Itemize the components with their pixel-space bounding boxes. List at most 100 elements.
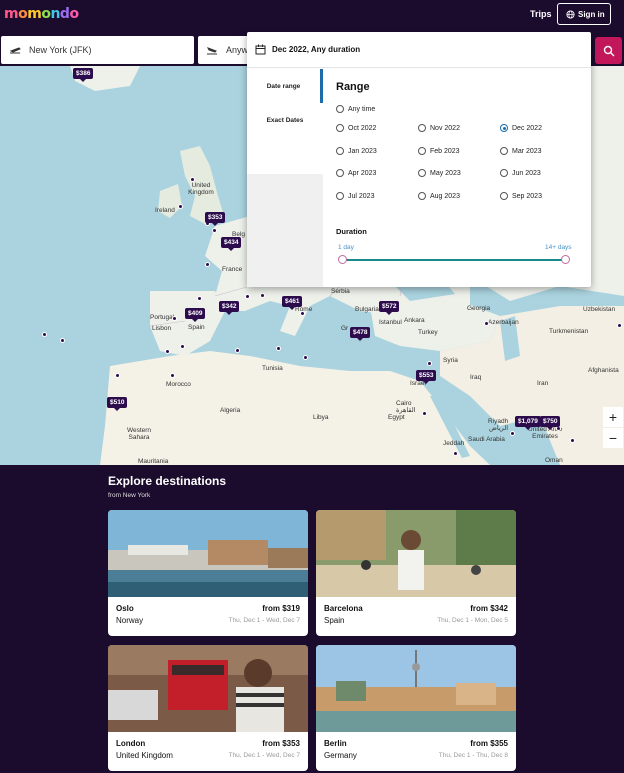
destination-dot[interactable] <box>245 294 250 299</box>
destination-dot[interactable] <box>453 451 458 456</box>
option-label: Feb 2023 <box>430 147 460 155</box>
option-label: Apr 2023 <box>348 169 377 177</box>
map-label: Iraq <box>470 374 482 381</box>
option-label: Aug 2023 <box>430 192 460 200</box>
option-label: May 2023 <box>430 169 461 177</box>
logo-letter: m <box>27 6 42 22</box>
map-label: Bulgaria <box>355 306 379 313</box>
price-pin[interactable]: $510 <box>107 397 128 411</box>
price-pin[interactable]: $553 <box>416 370 437 384</box>
option-month[interactable]: Feb 2023 <box>418 147 460 155</box>
map-label: Egypt <box>388 414 405 421</box>
price-pin[interactable]: $342 <box>219 301 240 315</box>
search-button[interactable] <box>595 37 622 64</box>
destination-dot[interactable] <box>170 373 175 378</box>
destination-card-oslo[interactable]: Oslo Norway from $319 Thu, Dec 1 - Wed, … <box>108 510 308 636</box>
option-month[interactable]: Sep 2023 <box>500 192 542 200</box>
price-pin[interactable]: $750 <box>540 416 561 430</box>
card-price: from $355 <box>470 739 508 748</box>
destination-dot[interactable] <box>212 228 217 233</box>
map-label: Syria <box>443 357 458 364</box>
radio-icon <box>336 124 344 132</box>
map-label: Turkey <box>418 329 438 336</box>
card-city: Barcelona <box>324 604 363 613</box>
destination-dot[interactable] <box>172 316 177 321</box>
price-pin[interactable]: $478 <box>350 327 371 341</box>
destination-dot[interactable] <box>617 323 622 328</box>
zoom-out-button[interactable]: − <box>603 428 623 448</box>
price-pin[interactable]: $409 <box>185 308 206 322</box>
date-mode-tabs: Date range Exact Dates <box>247 69 323 287</box>
destination-dot[interactable] <box>510 431 515 436</box>
destination-dot[interactable] <box>276 346 281 351</box>
destination-field[interactable]: Anyw <box>198 36 250 64</box>
map-label: Iran <box>537 380 549 387</box>
map-label: Libya <box>313 414 329 421</box>
option-month[interactable]: Jul 2023 <box>336 192 374 200</box>
option-month[interactable]: Apr 2023 <box>336 169 376 177</box>
destination-dot[interactable] <box>427 361 432 366</box>
destination-dot[interactable] <box>303 355 308 360</box>
card-price: from $342 <box>470 604 508 613</box>
logo-letter: n <box>50 6 60 22</box>
destination-dot[interactable] <box>178 204 183 209</box>
zoom-in-button[interactable]: + <box>603 407 623 427</box>
radio-icon <box>336 105 344 113</box>
option-month[interactable]: Jan 2023 <box>336 147 377 155</box>
destination-card-london[interactable]: London United Kingdom from $353 Thu, Dec… <box>108 645 308 771</box>
date-picker-header[interactable]: Dec 2022, Any duration <box>247 32 591 68</box>
price-pin[interactable]: $434 <box>221 237 242 251</box>
map-label: Saudi Arabia <box>468 436 505 443</box>
price-pin[interactable]: $386 <box>73 68 94 82</box>
destination-dot[interactable] <box>422 411 427 416</box>
map-label: Azerbaijan <box>488 319 519 326</box>
option-month[interactable]: Oct 2022 <box>336 124 376 132</box>
map-label: Spain <box>188 324 205 331</box>
duration-slider-track[interactable] <box>342 259 566 261</box>
destination-dot[interactable] <box>260 293 265 298</box>
calendar-icon <box>255 44 266 55</box>
tab-date-range[interactable]: Date range <box>247 69 323 103</box>
trips-link[interactable]: Trips <box>530 9 552 19</box>
range-title: Range <box>336 81 370 93</box>
price-pin[interactable]: $1,079 <box>515 416 541 430</box>
destination-dot[interactable] <box>115 373 120 378</box>
price-pin[interactable]: $353 <box>205 212 226 226</box>
price-pin[interactable]: $572 <box>379 301 400 315</box>
card-dates: Thu, Dec 1 - Thu, Dec 8 <box>438 752 508 759</box>
option-month[interactable]: Mar 2023 <box>500 147 542 155</box>
price-pin[interactable]: $461 <box>282 296 303 310</box>
card-dates: Thu, Dec 1 - Wed, Dec 7 <box>228 617 300 624</box>
destination-dot[interactable] <box>484 321 489 326</box>
map-label: Oman <box>545 457 563 464</box>
card-city: Oslo <box>116 604 134 613</box>
destination-card-berlin[interactable]: Berlin Germany from $355 Thu, Dec 1 - Th… <box>316 645 516 771</box>
destination-dot[interactable] <box>60 338 65 343</box>
option-any-time[interactable]: Any time <box>336 105 375 113</box>
duration-slider-min-handle[interactable] <box>338 255 347 264</box>
map-label: Ankara <box>404 317 425 324</box>
destination-dot[interactable] <box>300 311 305 316</box>
logo-letter: o <box>18 6 28 22</box>
tab-exact-dates[interactable]: Exact Dates <box>247 103 323 137</box>
map-label: Georgia <box>467 305 491 312</box>
destination-dot[interactable] <box>197 296 202 301</box>
destination-dot[interactable] <box>190 177 195 182</box>
option-month[interactable]: Nov 2022 <box>418 124 460 132</box>
destination-dot[interactable] <box>180 344 185 349</box>
destination-dot[interactable] <box>205 262 210 267</box>
option-label: Any time <box>348 105 376 113</box>
momondo-logo[interactable]: momondo <box>4 6 79 22</box>
sign-in-button[interactable]: Sign in <box>557 3 611 25</box>
duration-slider-max-handle[interactable] <box>561 255 570 264</box>
destination-dot[interactable] <box>165 349 170 354</box>
destination-card-barcelona[interactable]: Barcelona Spain from $342 Thu, Dec 1 - M… <box>316 510 516 636</box>
destination-dot[interactable] <box>570 438 575 443</box>
destination-dot[interactable] <box>42 332 47 337</box>
option-month-selected[interactable]: Dec 2022 <box>500 124 542 132</box>
option-month[interactable]: Aug 2023 <box>418 192 460 200</box>
origin-field[interactable]: New York (JFK) <box>1 36 194 64</box>
option-month[interactable]: May 2023 <box>418 169 461 177</box>
destination-dot[interactable] <box>235 348 240 353</box>
option-month[interactable]: Jun 2023 <box>500 169 541 177</box>
